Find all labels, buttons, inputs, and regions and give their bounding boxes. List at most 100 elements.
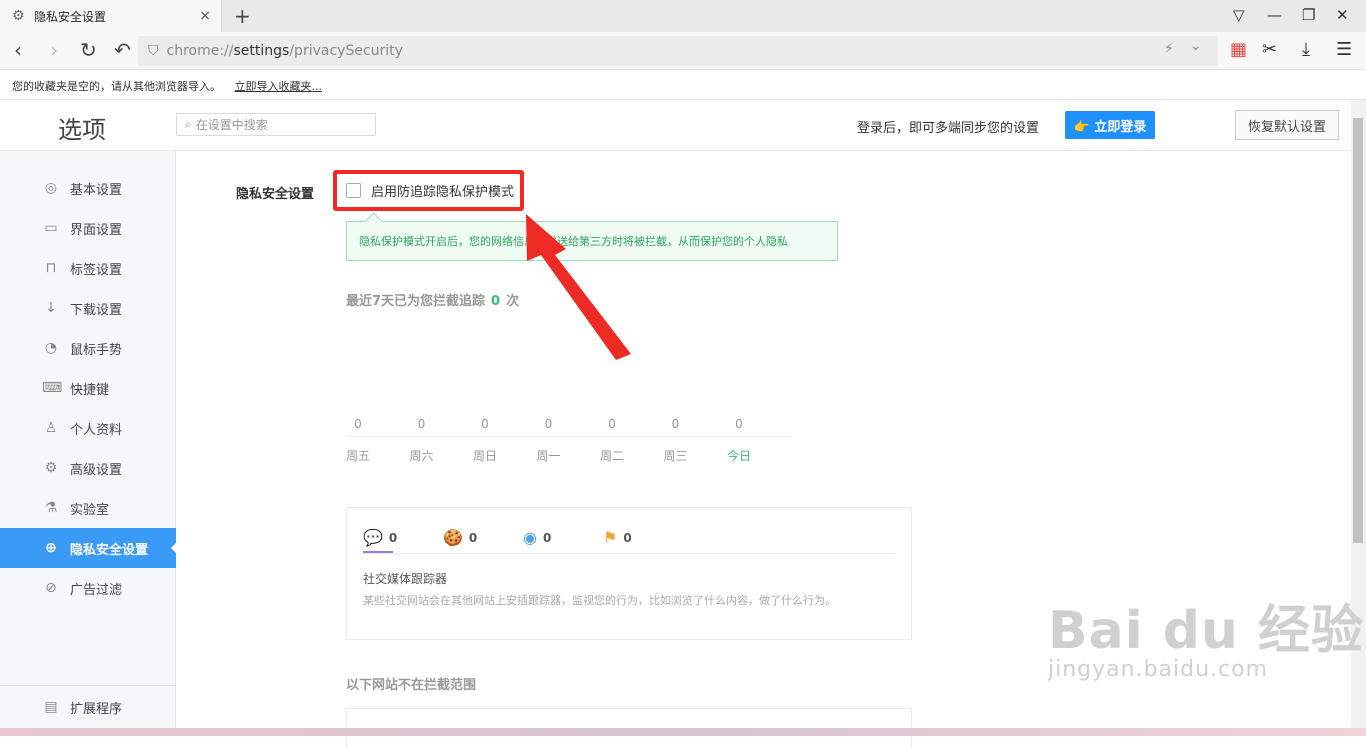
blocked-count-line: 最近7天已为您拦截追踪 0 次 bbox=[346, 290, 519, 309]
bookmark-bar: 您的收藏夹是空的，请从其他浏览器导入。 立即导入收藏夹... bbox=[0, 70, 1366, 100]
chart-value-label: 0 bbox=[544, 417, 553, 431]
search-input[interactable]: ⌕ 在设置中搜索 bbox=[176, 113, 376, 136]
close-window-button[interactable]: ✕ bbox=[1336, 6, 1349, 24]
tracker-card: 💬 0 🍪 0 ◉ 0 ⚑ 0 社交媒体跟踪器 某些社交网站会在其他网站上安插跟… bbox=[346, 507, 912, 640]
sidebar-item-label: 下载设置 bbox=[70, 302, 123, 318]
stat-fingerprint[interactable]: ◉ 0 bbox=[523, 528, 551, 547]
window-icon: ▭ bbox=[44, 220, 58, 236]
keyboard-icon: ⌨ bbox=[42, 380, 63, 396]
highlight-box bbox=[333, 170, 524, 211]
settings-header: 选项 ⌕ 在设置中搜索 登录后，即可多端同步您的设置 👉 立即登录 恢复默认设置 bbox=[0, 100, 1366, 151]
stat-crypto[interactable]: ⚑ 0 bbox=[603, 528, 632, 547]
sidebar-item-advanced[interactable]: ⚙ 高级设置 bbox=[0, 448, 176, 488]
extensions-icon: ▤ bbox=[44, 699, 58, 715]
chart-day-label: 周三 bbox=[663, 449, 688, 463]
browser-tab[interactable]: ⚙ 隐私安全设置 × bbox=[0, 0, 222, 32]
back-button[interactable]: ‹ bbox=[14, 39, 22, 61]
skin-icon[interactable]: ▽ bbox=[1233, 6, 1245, 24]
sidebar-item-label: 个人资料 bbox=[70, 422, 123, 438]
blocked-count-value: 0 bbox=[491, 294, 501, 309]
chart-value-label: 0 bbox=[608, 417, 616, 431]
chart-axis bbox=[346, 436, 791, 437]
sidebar-item-shortcuts[interactable]: ⌨ 快捷键 bbox=[0, 368, 176, 408]
sidebar-item-label: 基本设置 bbox=[70, 182, 123, 198]
new-tab-button[interactable]: + bbox=[234, 4, 251, 28]
sidebar-divider bbox=[0, 685, 176, 686]
page-title: 选项 bbox=[58, 116, 106, 144]
chart-value-label: 0 bbox=[481, 417, 489, 431]
stat-value: 0 bbox=[542, 530, 552, 545]
chart-day-label: 今日 bbox=[726, 449, 751, 463]
shield-icon: ⛉ bbox=[148, 43, 159, 59]
sidebar-item-label: 鼠标手势 bbox=[70, 342, 123, 358]
privacy-tip: 隐私保护模式开启后，您的网络信息在发送给第三方时将被拦截，从而保护您的个人隐私 bbox=[346, 221, 838, 261]
active-tab-underline bbox=[363, 551, 393, 553]
login-button[interactable]: 👉 立即登录 bbox=[1065, 111, 1155, 139]
tracker-title: 社交媒体跟踪器 bbox=[363, 572, 448, 586]
reset-defaults-button[interactable]: 恢复默认设置 bbox=[1235, 110, 1339, 140]
wrench-icon: ⚙ bbox=[44, 460, 58, 476]
stat-cookies[interactable]: 🍪 0 bbox=[443, 528, 477, 547]
sidebar-item-basic[interactable]: ◎ 基本设置 bbox=[0, 168, 176, 208]
bookmark-empty-message: 您的收藏夹是空的，请从其他浏览器导入。 bbox=[12, 80, 221, 93]
sidebar-item-mouse-gestures[interactable]: ◔ 鼠标手势 bbox=[0, 328, 176, 368]
undo-close-button[interactable]: ↶ bbox=[114, 39, 131, 61]
sidebar-item-adblock[interactable]: ⊘ 广告过滤 bbox=[0, 568, 176, 608]
tab-close-button[interactable]: × bbox=[199, 8, 211, 24]
target-icon: ◎ bbox=[44, 180, 58, 196]
chart-day-label: 周六 bbox=[409, 449, 434, 463]
weekly-block-chart: 0 周五 0 周六 0 周日 0 周一 0 周二 0 周三 0 今日 bbox=[346, 409, 796, 469]
watermark-brand: Bai du 经验 bbox=[1048, 601, 1364, 661]
chart-day-label: 周日 bbox=[472, 449, 497, 463]
sidebar-item-lab[interactable]: ⚗ 实验室 bbox=[0, 488, 176, 528]
scissors-icon[interactable]: ✂ bbox=[1262, 39, 1277, 60]
stat-value: 0 bbox=[623, 530, 632, 545]
minimize-button[interactable]: — bbox=[1267, 6, 1282, 24]
tab-title: 隐私安全设置 bbox=[34, 9, 107, 24]
exceptions-title: 以下网站不在拦截范围 bbox=[346, 678, 477, 693]
blocked-count-suffix: 次 bbox=[506, 294, 520, 309]
chevron-down-icon[interactable]: ⌄ bbox=[1190, 38, 1202, 54]
reload-button[interactable]: ↻ bbox=[80, 39, 97, 61]
sidebar-item-profile[interactable]: ♙ 个人资料 bbox=[0, 408, 176, 448]
gear-icon: ⚙ bbox=[12, 8, 25, 24]
sidebar-item-label: 快捷键 bbox=[70, 382, 110, 398]
sidebar-item-label: 隐私安全设置 bbox=[70, 542, 149, 558]
chat-icon: 💬 bbox=[363, 528, 383, 547]
fingerprint-icon: ◉ bbox=[523, 528, 537, 547]
section-title: 隐私安全设置 bbox=[236, 187, 315, 202]
apps-icon[interactable]: ▦ bbox=[1230, 39, 1247, 60]
stat-value: 0 bbox=[468, 530, 478, 545]
baidu-watermark: Bai du 经验 jingyan.baidu.com bbox=[1048, 588, 1364, 682]
import-bookmarks-link[interactable]: 立即导入收藏夹... bbox=[235, 80, 323, 93]
download-icon[interactable]: ⤓ bbox=[1302, 39, 1310, 60]
chart-value-label: 0 bbox=[735, 417, 743, 431]
lightning-icon[interactable]: ⚡ bbox=[1164, 41, 1174, 57]
sidebar-item-extensions[interactable]: ▤ 扩展程序 bbox=[0, 687, 176, 727]
taskbar-strip bbox=[0, 728, 1366, 736]
url-text: chrome://settings/privacySecurity bbox=[166, 43, 403, 59]
chart-day-label: 周二 bbox=[599, 449, 624, 463]
sidebar-item-interface[interactable]: ▭ 界面设置 bbox=[0, 208, 176, 248]
restore-button[interactable]: ❐ bbox=[1302, 6, 1315, 24]
menu-icon[interactable]: ☰ bbox=[1336, 39, 1352, 60]
flask-icon: ⚗ bbox=[44, 500, 58, 516]
forward-button[interactable]: › bbox=[50, 39, 58, 61]
search-icon: ⌕ bbox=[185, 117, 192, 131]
cookie-icon: 🍪 bbox=[443, 528, 463, 547]
sidebar-item-privacy[interactable]: ⊕ 隐私安全设置 bbox=[0, 528, 177, 568]
stat-value: 0 bbox=[388, 530, 398, 545]
sidebar-item-tabs[interactable]: ⊓ 标签设置 bbox=[0, 248, 176, 288]
chart-value-label: 0 bbox=[417, 417, 426, 431]
stat-social[interactable]: 💬 0 bbox=[363, 528, 397, 547]
scrollbar-thumb[interactable] bbox=[1353, 118, 1363, 543]
shield-plus-icon: ⊕ bbox=[45, 540, 57, 556]
sidebar-item-downloads[interactable]: ↓ 下载设置 bbox=[0, 288, 176, 328]
chart-value-label: 0 bbox=[671, 417, 680, 431]
sidebar-item-label: 扩展程序 bbox=[70, 701, 123, 717]
miner-icon: ⚑ bbox=[603, 528, 618, 547]
card-divider bbox=[363, 553, 895, 554]
user-icon: ♙ bbox=[44, 420, 58, 436]
chart-day-label: 周一 bbox=[536, 449, 561, 463]
address-bar[interactable]: ⛉ chrome://settings/privacySecurity bbox=[138, 36, 1218, 66]
